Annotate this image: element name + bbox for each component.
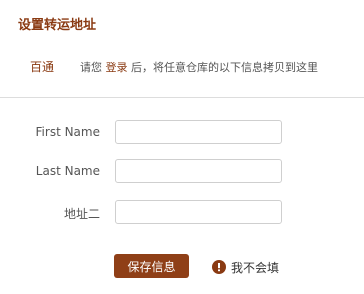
form-row-address-2: 地址二 — [0, 200, 364, 226]
help-label: 我不会填 — [231, 261, 280, 275]
instruction-after: 后，将任意仓库的以下信息拷贝到这里 — [127, 61, 318, 74]
divider — [0, 97, 364, 98]
instruction-text: 请您 登录 后，将任意仓库的以下信息拷贝到这里 — [80, 59, 318, 75]
last-name-label: Last Name — [35, 164, 100, 178]
last-name-input[interactable] — [115, 159, 282, 183]
instruction-before: 请您 — [80, 61, 106, 74]
save-button[interactable]: 保存信息 — [114, 254, 189, 278]
carrier-name: 百通 — [30, 60, 55, 74]
alert-circle-icon — [212, 259, 226, 274]
page-title: 设置转运地址 — [18, 18, 97, 33]
first-name-input[interactable] — [115, 120, 282, 144]
first-name-label: First Name — [35, 125, 100, 139]
address-2-label: 地址二 — [63, 207, 100, 221]
form-row-last-name: Last Name — [0, 159, 364, 185]
login-link[interactable]: 登录 — [106, 61, 128, 74]
address-2-input[interactable] — [115, 200, 282, 224]
form-row-first-name: First Name — [0, 120, 364, 146]
carrier-info: 百通 请您 登录 后，将任意仓库的以下信息拷贝到这里 — [0, 56, 364, 76]
